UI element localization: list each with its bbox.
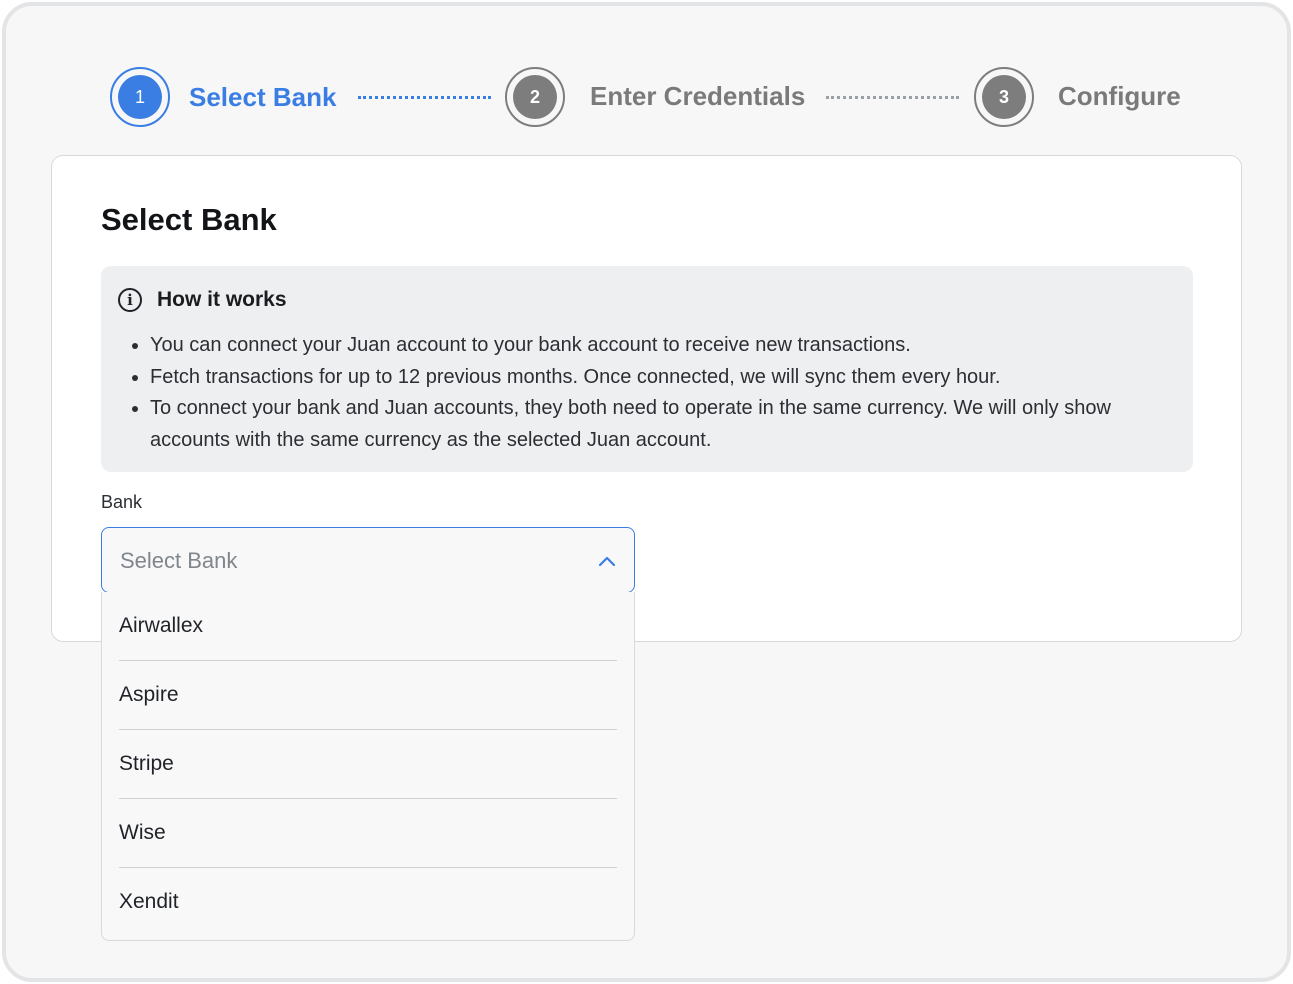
app-frame: 1 Select Bank 2 Enter Credentials 3 Conf… bbox=[2, 2, 1291, 982]
step-2-indicator[interactable]: 2 bbox=[505, 67, 565, 127]
step-3-indicator[interactable]: 3 bbox=[974, 67, 1034, 127]
info-header: i How it works bbox=[118, 288, 287, 312]
select-bank-card: Select Bank i How it works You can conne… bbox=[51, 155, 1242, 642]
how-it-works-panel: i How it works You can connect your Juan… bbox=[101, 266, 1193, 472]
bank-option-aspire[interactable]: Aspire bbox=[119, 661, 617, 730]
info-item: Fetch transactions for up to 12 previous… bbox=[150, 362, 1170, 394]
bank-select-placeholder: Select Bank bbox=[120, 548, 238, 573]
info-icon: i bbox=[118, 288, 142, 312]
step-1-label[interactable]: Select Bank bbox=[189, 82, 336, 112]
step-connector-2 bbox=[826, 96, 959, 99]
step-2-label[interactable]: Enter Credentials bbox=[590, 81, 805, 111]
info-item: To connect your bank and Juan accounts, … bbox=[150, 393, 1170, 456]
bank-select[interactable]: Select Bank bbox=[101, 527, 635, 593]
info-item: You can connect your Juan account to you… bbox=[150, 330, 1170, 362]
step-connector-1 bbox=[358, 96, 491, 99]
info-title: How it works bbox=[157, 288, 287, 311]
stepper: 1 Select Bank 2 Enter Credentials 3 Conf… bbox=[6, 6, 1287, 156]
bank-option-stripe[interactable]: Stripe bbox=[119, 730, 617, 799]
bank-field-label: Bank bbox=[101, 492, 143, 512]
step-2-number: 2 bbox=[513, 75, 557, 119]
step-3-label[interactable]: Configure bbox=[1058, 81, 1181, 111]
bank-option-wise[interactable]: Wise bbox=[119, 799, 617, 868]
chevron-up-icon[interactable] bbox=[596, 550, 618, 572]
page-title: Select Bank bbox=[101, 202, 277, 237]
step-1-indicator[interactable]: 1 bbox=[110, 67, 170, 127]
bank-option-airwallex[interactable]: Airwallex bbox=[119, 592, 617, 661]
info-list: You can connect your Juan account to you… bbox=[150, 330, 1170, 456]
bank-option-xendit[interactable]: Xendit bbox=[119, 868, 617, 937]
step-1-number: 1 bbox=[118, 75, 162, 119]
step-3-number: 3 bbox=[982, 75, 1026, 119]
bank-dropdown-menu: Airwallex Aspire Stripe Wise Xendit bbox=[101, 592, 635, 941]
